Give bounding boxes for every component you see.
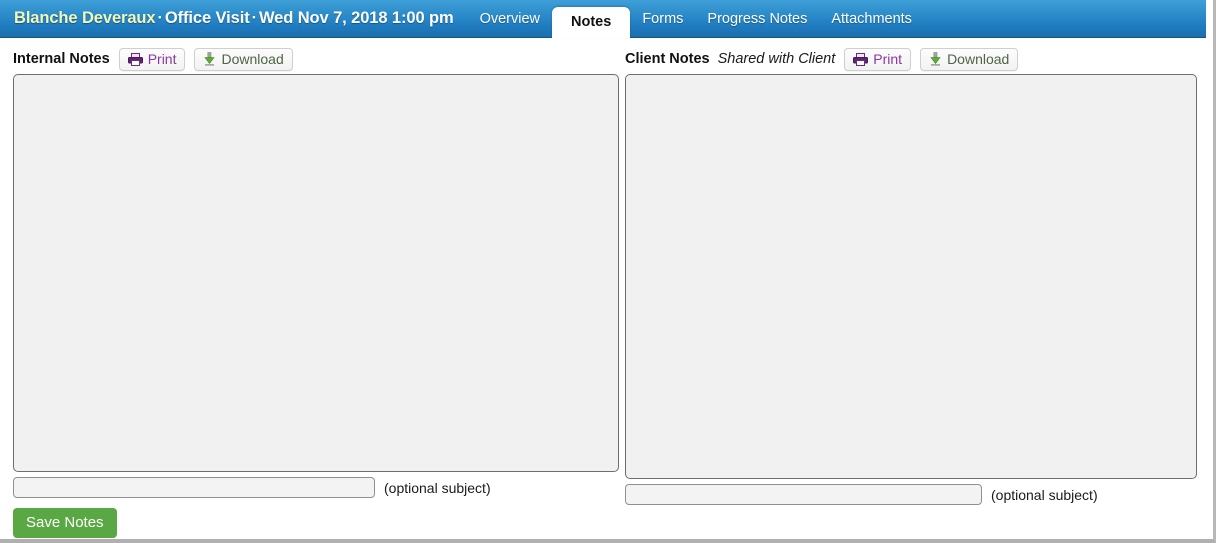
internal-notes-textarea[interactable] <box>13 74 619 472</box>
internal-notes-title: Internal Notes <box>13 51 110 67</box>
printer-icon <box>853 52 869 66</box>
internal-notes-header: Internal Notes Print Download <box>13 38 619 74</box>
notes-page: Blanche Deveraux · Office Visit · Wed Nov 7,… <box>0 0 1216 543</box>
internal-notes-panel: Internal Notes Print Download (optional … <box>13 38 619 538</box>
client-print-button[interactable]: Print <box>844 47 912 71</box>
internal-subject-input[interactable] <box>13 477 375 498</box>
download-arrow-icon <box>203 52 216 66</box>
page-title: Blanche Deveraux · Office Visit · Wed Nov 7,… <box>0 0 454 28</box>
client-download-button[interactable]: Download <box>920 47 1019 71</box>
title-separator-2: · <box>251 9 258 27</box>
tab-bar: Overview Notes Forms Progress Notes Atta… <box>468 0 924 38</box>
client-notes-title: Client Notes <box>625 51 710 67</box>
client-notes-textarea[interactable] <box>625 74 1197 479</box>
internal-print-button[interactable]: Print <box>118 47 186 71</box>
shared-with-client-label: Shared with Client <box>717 51 836 67</box>
tab-forms[interactable]: Forms <box>630 0 695 38</box>
internal-subject-hint: (optional subject) <box>384 479 491 496</box>
client-notes-header: Client Notes Shared with Client Print Do… <box>625 38 1197 74</box>
internal-download-label: Download <box>221 51 284 67</box>
client-subject-input[interactable] <box>625 484 982 505</box>
download-arrow-icon <box>929 52 942 66</box>
appointment-datetime: Wed Nov 7, 2018 1:00 pm <box>259 9 454 27</box>
appointment-type: Office Visit <box>164 9 250 27</box>
app-header: Blanche Deveraux · Office Visit · Wed Nov 7,… <box>0 0 1206 38</box>
title-separator-1: · <box>157 9 163 27</box>
internal-download-button[interactable]: Download <box>194 47 293 71</box>
client-name: Blanche Deveraux <box>14 9 156 27</box>
client-download-label: Download <box>947 51 1010 67</box>
client-notes-panel: Client Notes Shared with Client Print Do… <box>625 38 1197 505</box>
save-notes-button[interactable]: Save Notes <box>13 508 117 538</box>
internal-subject-row: (optional subject) <box>13 477 619 498</box>
internal-print-label: Print <box>147 51 177 67</box>
client-subject-hint: (optional subject) <box>991 486 1098 503</box>
printer-icon <box>127 52 143 66</box>
tab-overview[interactable]: Overview <box>468 0 552 38</box>
tab-attachments[interactable]: Attachments <box>819 0 924 38</box>
client-subject-row: (optional subject) <box>625 484 1197 505</box>
notes-columns: Internal Notes Print Download (optional … <box>0 38 1206 539</box>
tab-notes[interactable]: Notes <box>552 7 631 38</box>
tab-progress-notes[interactable]: Progress Notes <box>695 0 819 38</box>
client-print-label: Print <box>873 51 903 67</box>
